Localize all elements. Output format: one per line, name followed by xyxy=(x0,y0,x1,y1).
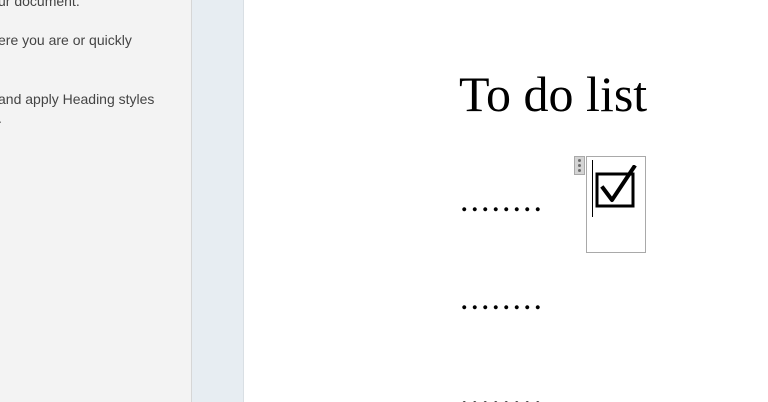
document-gutter xyxy=(192,0,244,402)
text-cursor xyxy=(592,160,593,217)
todo-item-placeholder[interactable]: ........ xyxy=(460,184,544,218)
nav-pane-hint-line: . xyxy=(0,109,2,127)
checked-ballot-box-icon[interactable] xyxy=(595,165,637,209)
todo-item-placeholder[interactable]: ........ xyxy=(460,282,544,316)
content-control-handle[interactable] xyxy=(574,156,585,175)
todo-item-placeholder[interactable]: ........ xyxy=(460,378,544,402)
nav-pane-hint-line: ere you are or quickly xyxy=(0,32,132,48)
navigation-pane: ur document. ere you are or quickly and … xyxy=(0,0,192,402)
document-page[interactable]: To do list ........ ........ ........ xyxy=(244,0,768,402)
document-title[interactable]: To do list xyxy=(459,64,647,124)
nav-pane-hint-line: and apply Heading styles xyxy=(0,91,155,107)
word-window: ur document. ere you are or quickly and … xyxy=(0,0,768,402)
nav-pane-hint-line: ur document. xyxy=(0,0,80,9)
